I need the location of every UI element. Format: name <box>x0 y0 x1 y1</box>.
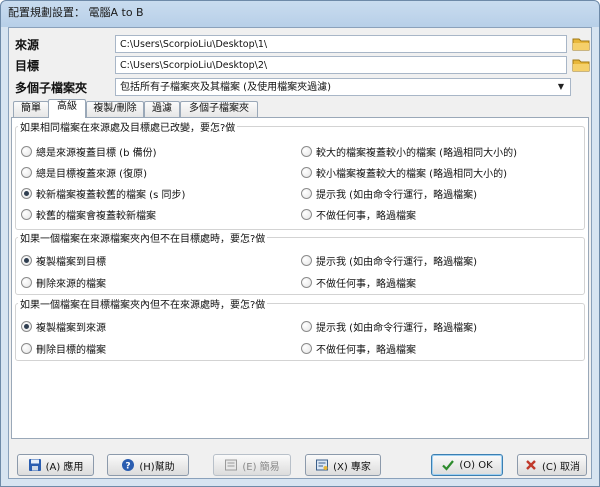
radio-target-overwrites-source[interactable]: 總是目標複蓋來源 (復原) <box>21 165 147 180</box>
radio-older-overwrites-newer[interactable]: 較舊的檔案會複蓋較新檔案 <box>21 207 156 222</box>
radio-source-only-skip[interactable]: 不做任何事，略過檔案 <box>301 275 416 290</box>
subfolders-select[interactable]: 包括所有子檔案夾及其檔案 (及使用檔案夾過濾) ▼ <box>115 78 571 96</box>
target-label: 目標 <box>15 59 40 73</box>
radio-copy-to-target[interactable]: 複製檔案到目標 <box>21 253 106 268</box>
folder-icon <box>572 38 590 51</box>
tab-copy-delete[interactable]: 複製/刪除 <box>86 101 144 117</box>
source-path-field[interactable]: C:\Users\ScorpioLiu\Desktop\1\ <box>115 35 567 53</box>
expert-mode-icon <box>316 459 329 471</box>
radio-newer-overwrites-older[interactable]: 較新檔案複蓋較舊的檔案 (s 同步) <box>21 186 185 201</box>
svg-text:?: ? <box>126 462 131 472</box>
radio-larger-overwrites-smaller[interactable]: 較大的檔案複蓋較小的檔案 (略過相同大小的) <box>301 144 517 159</box>
target-browse-button[interactable] <box>571 56 591 74</box>
dialog-window: 配置規劃設置： 電腦A to B 來源 C:\Users\ScorpioLiu\… <box>0 0 600 487</box>
tab-filter[interactable]: 過濾 <box>144 101 180 117</box>
radio-changed-skip[interactable]: 不做任何事，略過檔案 <box>301 207 416 222</box>
simple-mode-button[interactable]: (E) 簡易 <box>213 454 291 476</box>
source-label: 來源 <box>15 38 40 52</box>
window-title: 配置規劃設置： 電腦A to B <box>8 6 144 19</box>
folder-icon <box>572 59 590 72</box>
radio-smaller-overwrites-larger[interactable]: 較小檔案複蓋較大的檔案 (略過相同大小的) <box>301 165 507 180</box>
radio-target-only-prompt[interactable]: 提示我 (如由命令行運行，略過檔案) <box>301 319 477 334</box>
save-icon <box>28 459 41 471</box>
tab-simple[interactable]: 簡單 <box>13 101 49 117</box>
checkmark-icon <box>442 460 455 471</box>
group-source-only-title: 如果一個檔案在來源檔案夾內但不在目標處時，要怎?做 <box>18 230 268 245</box>
source-browse-button[interactable] <box>571 35 591 53</box>
tab-subfolders[interactable]: 多個子檔案夾 <box>180 101 258 117</box>
group-target-only-title: 如果一個檔案在目標檔案夾內但不在來源處時，要怎?做 <box>18 296 268 311</box>
group-target-only: 如果一個檔案在目標檔案夾內但不在來源處時，要怎?做 複製檔案到來源 刪除目標的檔… <box>15 296 585 361</box>
target-path-field[interactable]: C:\Users\ScorpioLiu\Desktop\2\ <box>115 56 567 74</box>
group-changed: 如果相同檔案在來源處及目標處已改變，要怎?做 總是來源複蓋目標 (b 備份) 總… <box>15 119 585 230</box>
radio-changed-prompt[interactable]: 提示我 (如由命令行運行，略過檔案) <box>301 186 477 201</box>
simple-mode-icon <box>225 459 238 471</box>
dropdown-arrow-icon: ▼ <box>557 82 565 91</box>
cancel-button[interactable]: (C) 取消 <box>517 454 587 476</box>
subfolders-select-value: 包括所有子檔案夾及其檔案 (及使用檔案夾過濾) <box>120 82 331 93</box>
dialog-client: 來源 C:\Users\ScorpioLiu\Desktop\1\ 目標 C:\… <box>8 27 592 479</box>
close-icon <box>526 460 536 470</box>
radio-target-only-skip[interactable]: 不做任何事，略過檔案 <box>301 341 416 356</box>
group-source-only: 如果一個檔案在來源檔案夾內但不在目標處時，要怎?做 複製檔案到目標 刪除來源的檔… <box>15 230 585 295</box>
apply-button[interactable]: (A) 應用 <box>17 454 94 476</box>
radio-delete-target-file[interactable]: 刪除目標的檔案 <box>21 341 106 356</box>
advanced-panel: 如果相同檔案在來源處及目標處已改變，要怎?做 總是來源複蓋目標 (b 備份) 總… <box>11 117 589 439</box>
radio-source-overwrites-target[interactable]: 總是來源複蓋目標 (b 備份) <box>21 144 157 159</box>
help-button[interactable]: ? (H)幫助 <box>107 454 189 476</box>
help-icon: ? <box>122 459 135 472</box>
group-changed-title: 如果相同檔案在來源處及目標處已改變，要怎?做 <box>18 119 238 134</box>
radio-source-only-prompt[interactable]: 提示我 (如由命令行運行，略過檔案) <box>301 253 477 268</box>
subfolders-label: 多個子檔案夾 <box>15 81 88 95</box>
radio-delete-source-file[interactable]: 刪除來源的檔案 <box>21 275 106 290</box>
expert-mode-button[interactable]: (X) 專家 <box>305 454 381 476</box>
ok-button[interactable]: (O) OK <box>431 454 503 476</box>
radio-copy-to-source[interactable]: 複製檔案到來源 <box>21 319 106 334</box>
tab-advanced[interactable]: 高級 <box>48 99 86 118</box>
